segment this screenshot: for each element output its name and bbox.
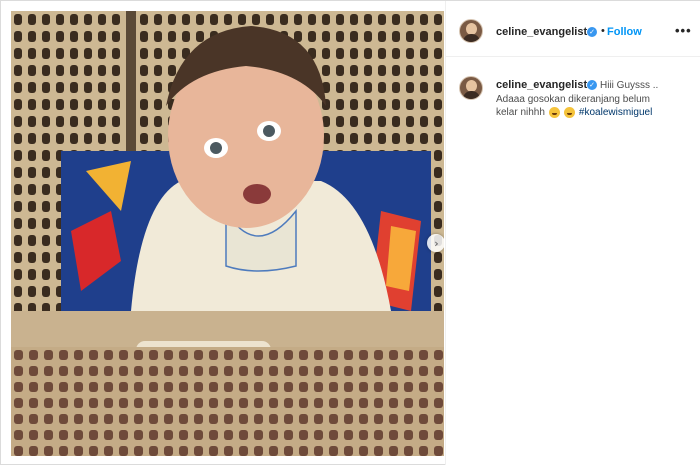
avatar[interactable]	[459, 19, 483, 43]
carousel-next-button[interactable]: ›	[427, 234, 444, 252]
caption-text-line-3: kelar nihhh	[496, 107, 545, 118]
caption-text-line-1: Hiii Guysss ..	[600, 80, 659, 91]
laughing-face-icon	[563, 107, 575, 118]
post-header: celine_evangelista ✓ • Follow •••	[446, 11, 700, 57]
post-photo[interactable]: ›	[11, 11, 444, 456]
post-side-panel: celine_evangelista ✓ • Follow ••• celine…	[445, 1, 700, 465]
more-options-icon[interactable]: •••	[675, 23, 692, 38]
caption-username[interactable]: celine_evangelista	[496, 79, 593, 91]
grinning-squint-face-icon	[548, 107, 560, 118]
baby-in-laundry-basket-image	[11, 11, 444, 456]
header-username[interactable]: celine_evangelista	[496, 26, 593, 38]
verified-badge-icon: ✓	[587, 80, 597, 90]
chevron-right-icon: ›	[434, 236, 439, 250]
separator-dot: •	[601, 25, 605, 37]
caption-text-line-2: Adaaa gosokan dikeranjang belum	[496, 94, 650, 105]
avatar[interactable]	[459, 76, 483, 100]
verified-badge-icon: ✓	[587, 27, 597, 37]
caption-text-line-3-row: kelar nihhh #koalewismiguel	[496, 107, 652, 118]
hashtag-link[interactable]: #koalewismiguel	[579, 107, 652, 118]
follow-button[interactable]: Follow	[607, 26, 642, 38]
instagram-post-window: › celine_evangelista ✓ • Follow ••• celi…	[0, 0, 700, 465]
